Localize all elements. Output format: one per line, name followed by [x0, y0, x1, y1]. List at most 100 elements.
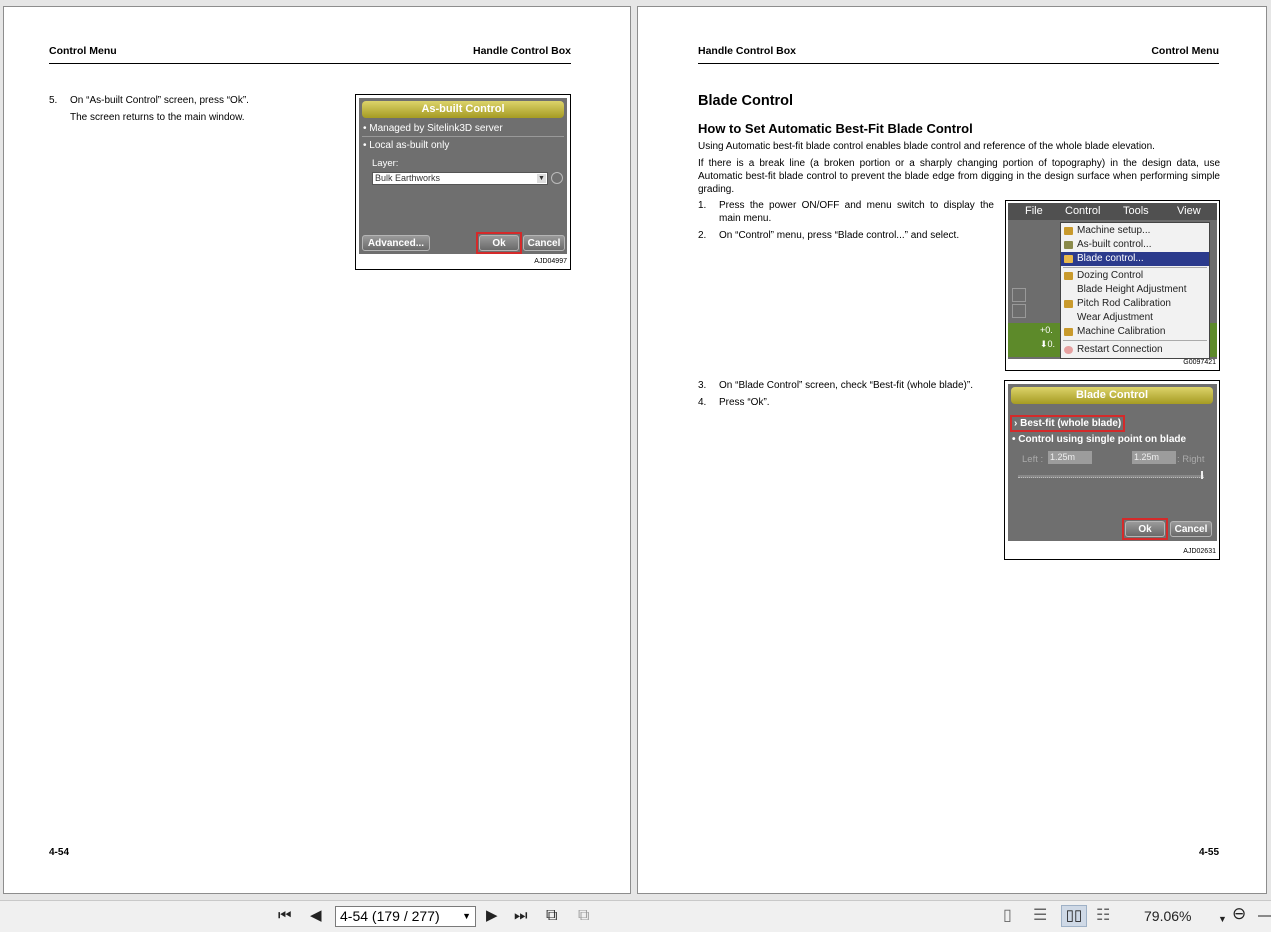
step-text: On “Control” menu, press “Blade control.…	[719, 230, 960, 241]
menu-item-label: Restart Connection	[1077, 344, 1163, 355]
menubar: File Control Tools View	[1008, 203, 1217, 220]
paragraph-2: If there is a break line (a broken porti…	[698, 158, 1220, 195]
page-number-field[interactable]: 4-54 (179 / 277) ▼	[335, 906, 476, 927]
readout-top: +0.	[1040, 325, 1053, 335]
control-menu-figure: File Control Tools View +0. ⬇0. Machine …	[1005, 200, 1220, 371]
layer-dropdown: Bulk Earthworks ▼	[372, 172, 548, 185]
cancel-button: Cancel	[523, 235, 565, 251]
menu-control: Control	[1065, 205, 1101, 217]
continuous-facing-icon[interactable]: ☷	[1096, 908, 1110, 924]
figure-id: G0097421	[1183, 359, 1216, 366]
menu-item-machine-calibration: Machine Calibration	[1061, 325, 1209, 339]
blade-icon	[1064, 255, 1073, 263]
header-rule	[49, 63, 571, 64]
highlight-box	[1122, 518, 1168, 540]
chevron-down-icon: ▼	[537, 174, 546, 183]
menu-item-label: Pitch Rod Calibration	[1077, 298, 1171, 309]
menu-view: View	[1177, 205, 1201, 217]
step-number: 4.	[698, 397, 707, 408]
step-text: On “Blade Control” screen, check “Best-f…	[719, 380, 973, 391]
facing-icon[interactable]: ▯▯	[1061, 905, 1087, 927]
document-viewport[interactable]: Control Menu Handle Control Box 5. On “A…	[0, 0, 1271, 900]
menu-item-wear-adjustment: Wear Adjustment	[1061, 311, 1209, 325]
readout-bottom-value: 0.	[1047, 339, 1056, 349]
page-number: 4-54	[49, 847, 70, 858]
machine-icon	[1064, 227, 1073, 235]
step-number: 3.	[698, 380, 707, 391]
left-label: Left :	[1022, 454, 1044, 465]
page-4-54: Control Menu Handle Control Box 5. On “A…	[3, 6, 631, 894]
page-4-55: Handle Control Box Control Menu Blade Co…	[637, 6, 1267, 894]
prev-page-icon[interactable]: ◀	[310, 908, 322, 924]
zoom-level[interactable]: 79.06%	[1144, 908, 1191, 924]
step-text: Press “Ok”.	[719, 397, 770, 408]
menu-item-pitch-rod-calibration: Pitch Rod Calibration	[1061, 297, 1209, 311]
step-number: 2.	[698, 230, 707, 241]
menu-item-label: Wear Adjustment	[1077, 312, 1153, 323]
next-view-icon[interactable]: ⧉	[578, 908, 589, 924]
menu-divider	[1063, 340, 1207, 341]
zoom-dropdown-icon[interactable]: ▼	[1218, 911, 1227, 927]
step-text: Press the power ON/OFF and menu switch t…	[719, 200, 994, 224]
menu-item-label: As-built control...	[1077, 239, 1152, 250]
zoom-out-icon[interactable]: ⊖	[1232, 905, 1246, 922]
menu-item-label: Blade control...	[1077, 253, 1144, 264]
next-page-icon[interactable]: ▶	[486, 908, 498, 924]
blade-slider-track	[1018, 475, 1204, 478]
menu-item-as-built-control: As-built control...	[1061, 238, 1209, 252]
left-offset-field: 1.25m	[1048, 451, 1092, 464]
menu-item-label: Machine setup...	[1077, 225, 1151, 236]
page-header-right: Handle Control Box	[472, 45, 571, 57]
zoom-slider-icon[interactable]: —	[1258, 908, 1271, 924]
header-rule	[698, 63, 1219, 64]
readout-bottom: ⬇0.	[1040, 339, 1056, 349]
figure-id: AJD02631	[1183, 548, 1216, 555]
layer-info-icon	[551, 172, 563, 184]
prev-view-icon[interactable]: ⧉	[546, 908, 557, 924]
page-header-left: Control Menu	[49, 45, 117, 57]
option-single-point: • Control using single point on blade	[1012, 434, 1187, 445]
viewer-toolbar: ⏮ ◀ 4-54 (179 / 277) ▼ ▶ ⏭ ⧉ ⧉ ▯ ☰ ▯▯ ☷ …	[0, 900, 1271, 932]
option-local-only: • Local as-built only	[363, 140, 450, 151]
menu-file: File	[1025, 205, 1043, 217]
menu-item-label: Machine Calibration	[1077, 326, 1166, 337]
cancel-button: Cancel	[1170, 521, 1212, 537]
divider	[362, 136, 564, 137]
dozer-icon	[1064, 272, 1073, 280]
layer-label: Layer:	[372, 158, 399, 169]
menu-divider	[1063, 267, 1207, 268]
step-number: 5.	[49, 95, 58, 106]
zoom-in-icon	[1012, 288, 1026, 302]
blade-control-figure: Blade Control › Best-fit (whole blade) •…	[1004, 380, 1220, 560]
page-number-value: 4-54 (179 / 277)	[340, 908, 440, 924]
first-page-icon[interactable]: ⏮	[278, 908, 292, 924]
pitch-rod-icon	[1064, 300, 1073, 308]
menu-item-blade-control: Blade control...	[1061, 252, 1209, 266]
menu-item-dozing-control: Dozing Control	[1061, 269, 1209, 283]
paragraph-1: Using Automatic best-fit blade control e…	[698, 141, 1155, 152]
last-page-icon[interactable]: ⏭	[514, 908, 528, 924]
as-built-screen: As-built Control • Managed by Sitelink3D…	[359, 98, 567, 254]
menu-item-label: Blade Height Adjustment	[1077, 284, 1187, 295]
calibration-icon	[1064, 328, 1073, 336]
continuous-icon[interactable]: ☰	[1033, 908, 1047, 924]
page-number: 4-55	[1198, 847, 1219, 858]
menu-item-label: Dozing Control	[1077, 270, 1144, 281]
right-label: : Right	[1177, 454, 1205, 465]
layer-value: Bulk Earthworks	[375, 173, 441, 183]
main-screen: File Control Tools View +0. ⬇0. Machine …	[1008, 203, 1217, 359]
highlight-box	[1010, 415, 1125, 432]
single-page-icon[interactable]: ▯	[1003, 908, 1012, 924]
restart-icon	[1064, 346, 1073, 354]
screen-title: As-built Control	[362, 101, 564, 118]
step-subtext: The screen returns to the main window.	[70, 112, 245, 123]
menu-tools: Tools	[1123, 205, 1149, 217]
screen-title: Blade Control	[1011, 387, 1213, 404]
as-built-control-figure: As-built Control • Managed by Sitelink3D…	[355, 94, 571, 270]
option-label: Managed by Sitelink3D server	[369, 123, 503, 134]
step-number: 1.	[698, 200, 707, 211]
page-header-left: Handle Control Box	[698, 45, 797, 57]
chevron-down-icon[interactable]: ▼	[462, 907, 471, 926]
menu-item-blade-height-adjustment: Blade Height Adjustment	[1061, 283, 1209, 297]
option-label: Control using single point on blade	[1018, 434, 1187, 445]
